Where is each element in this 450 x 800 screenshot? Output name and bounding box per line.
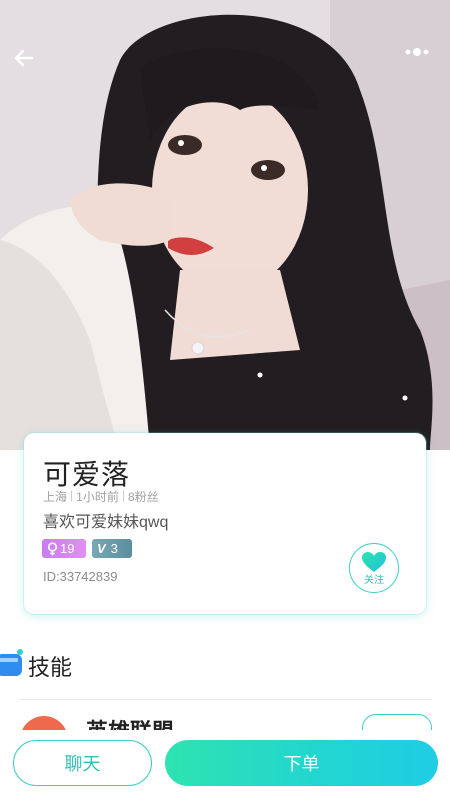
level-value: 3 <box>110 541 118 556</box>
more-button[interactable] <box>404 46 438 80</box>
user-id: ID:33742839 <box>43 569 118 584</box>
level-prefix: V <box>97 541 106 556</box>
skills-header: 技能 <box>0 646 72 686</box>
bottom-action-bar: 聊天 下单 <box>0 730 450 800</box>
more-dots-icon <box>405 48 429 56</box>
arrow-left-icon <box>14 49 34 67</box>
profile-photo-illustration <box>0 0 450 450</box>
back-button[interactable] <box>12 46 46 80</box>
profile-name: 可爱落 <box>43 459 131 490</box>
profile-card: 可爱落 上海 | 1小时前 | 8粉丝 喜欢可爱妹妹qwq 19 V 3 ID:… <box>24 433 426 614</box>
age-gender-badge: 19 <box>42 539 86 558</box>
follow-button[interactable]: 关注 <box>349 543 399 593</box>
profile-badges: 19 V 3 <box>42 539 132 558</box>
profile-fans: 8粉丝 <box>127 490 159 504</box>
level-badge: V 3 <box>92 539 132 558</box>
follow-label: 关注 <box>364 574 384 586</box>
meta-separator: | <box>121 488 125 502</box>
female-icon <box>47 541 58 555</box>
age-value: 19 <box>60 541 75 556</box>
skills-title: 技能 <box>28 655 73 680</box>
skills-icon <box>0 646 26 686</box>
profile-bio: 喜欢可爱妹妹qwq <box>43 514 169 531</box>
section-divider <box>18 699 432 700</box>
profile-photo[interactable] <box>0 0 450 450</box>
meta-separator: | <box>70 488 74 502</box>
heart-icon <box>362 551 386 572</box>
profile-meta: 上海 | 1小时前 | 8粉丝 <box>43 488 159 505</box>
chat-button[interactable]: 聊天 <box>13 740 152 786</box>
order-button[interactable]: 下单 <box>165 740 438 786</box>
profile-last-active: 1小时前 <box>76 490 119 504</box>
profile-location: 上海 <box>43 490 68 504</box>
